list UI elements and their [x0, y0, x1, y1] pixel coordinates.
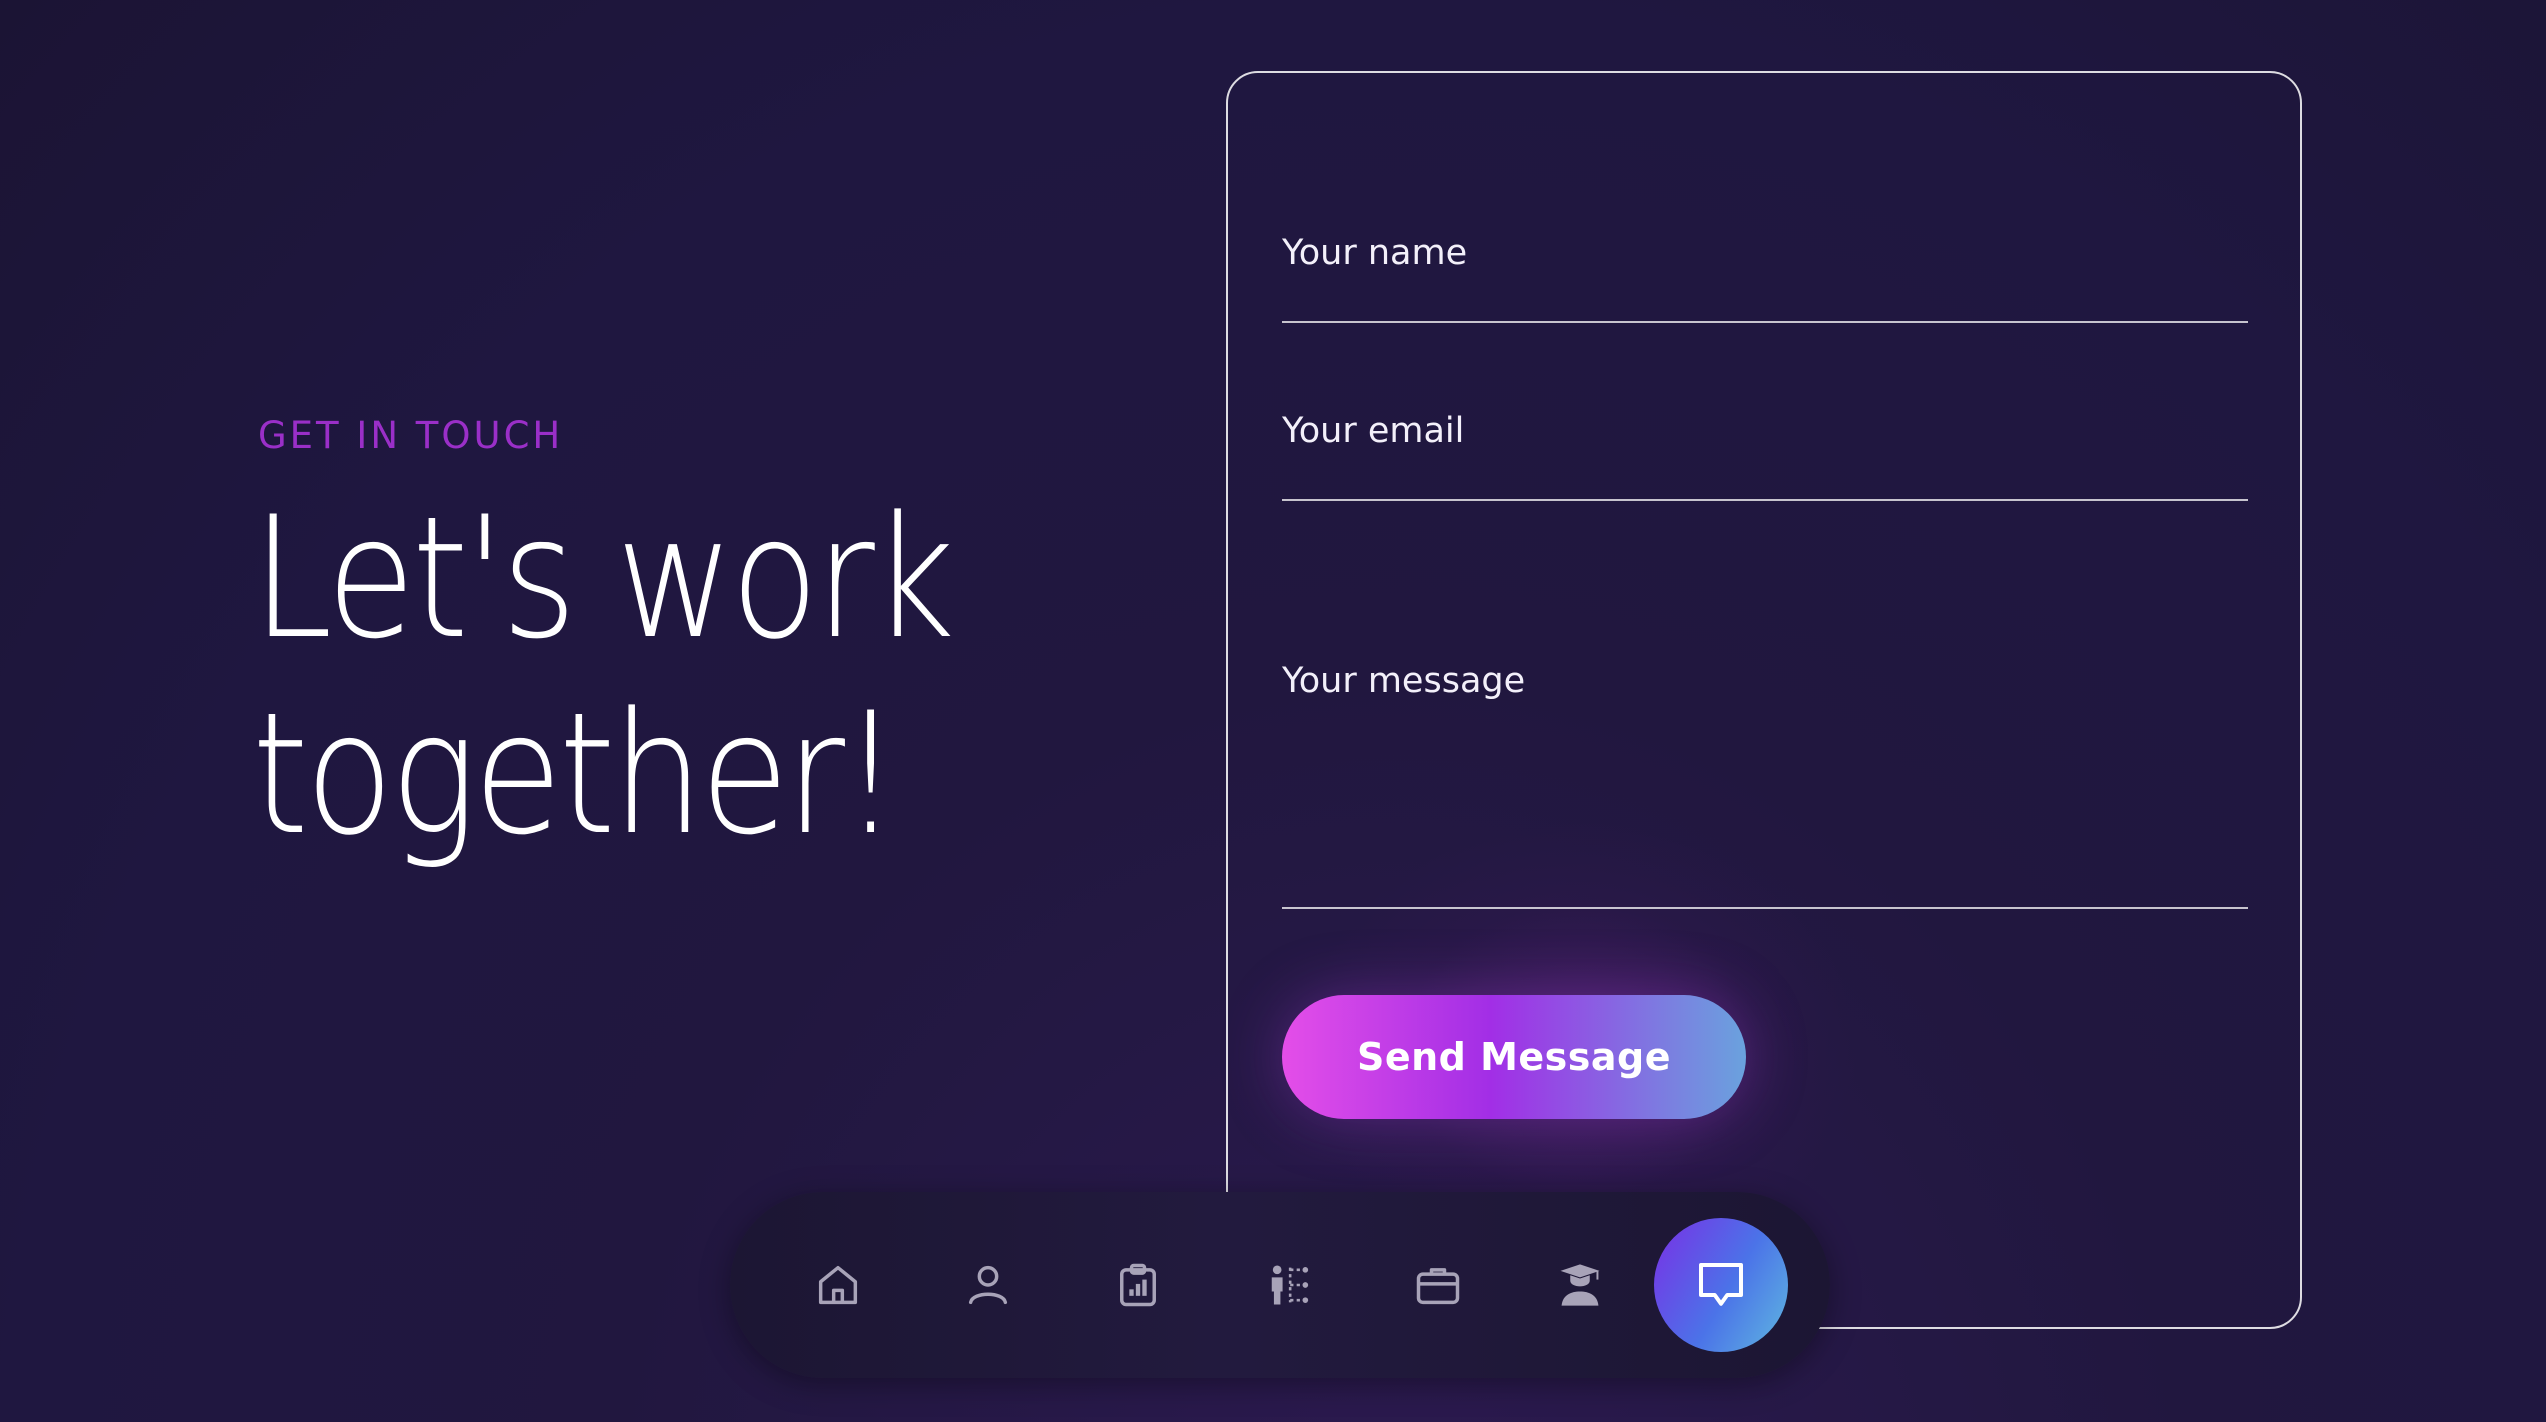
contact-form: Your name Your email Your message Send M…	[1226, 71, 2302, 1329]
email-field[interactable]: Your email	[1282, 339, 2248, 501]
home-icon	[818, 1265, 858, 1305]
nav-portfolio[interactable]	[1388, 1235, 1488, 1335]
headline-line-1: Let's work	[252, 480, 955, 676]
bottom-navigation	[730, 1192, 1830, 1378]
headline-line-2: together!	[252, 676, 900, 872]
message-field[interactable]: Your message	[1282, 533, 2248, 909]
briefcase-icon	[1416, 1268, 1460, 1305]
send-message-button[interactable]: Send Message	[1282, 995, 1746, 1119]
nav-contact[interactable]	[1654, 1218, 1788, 1352]
nav-education[interactable]	[1530, 1235, 1630, 1335]
nav-about[interactable]	[938, 1235, 1038, 1335]
email-placeholder: Your email	[1282, 411, 1465, 451]
nav-stats[interactable]	[1088, 1235, 1188, 1335]
user-icon	[968, 1265, 1008, 1305]
name-placeholder: Your name	[1282, 233, 1468, 273]
stats-clipboard-icon	[1120, 1263, 1156, 1307]
graduate-icon	[1560, 1264, 1600, 1306]
section-eyebrow: GET IN TOUCH	[258, 414, 564, 457]
nav-skills[interactable]	[1238, 1235, 1338, 1335]
nav-home[interactable]	[788, 1235, 888, 1335]
page-headline: Let's work together!	[252, 480, 1026, 872]
name-field[interactable]: Your name	[1282, 161, 2248, 323]
skills-diagram-icon	[1271, 1265, 1309, 1305]
message-icon	[1699, 1263, 1743, 1306]
message-placeholder: Your message	[1282, 661, 1526, 701]
